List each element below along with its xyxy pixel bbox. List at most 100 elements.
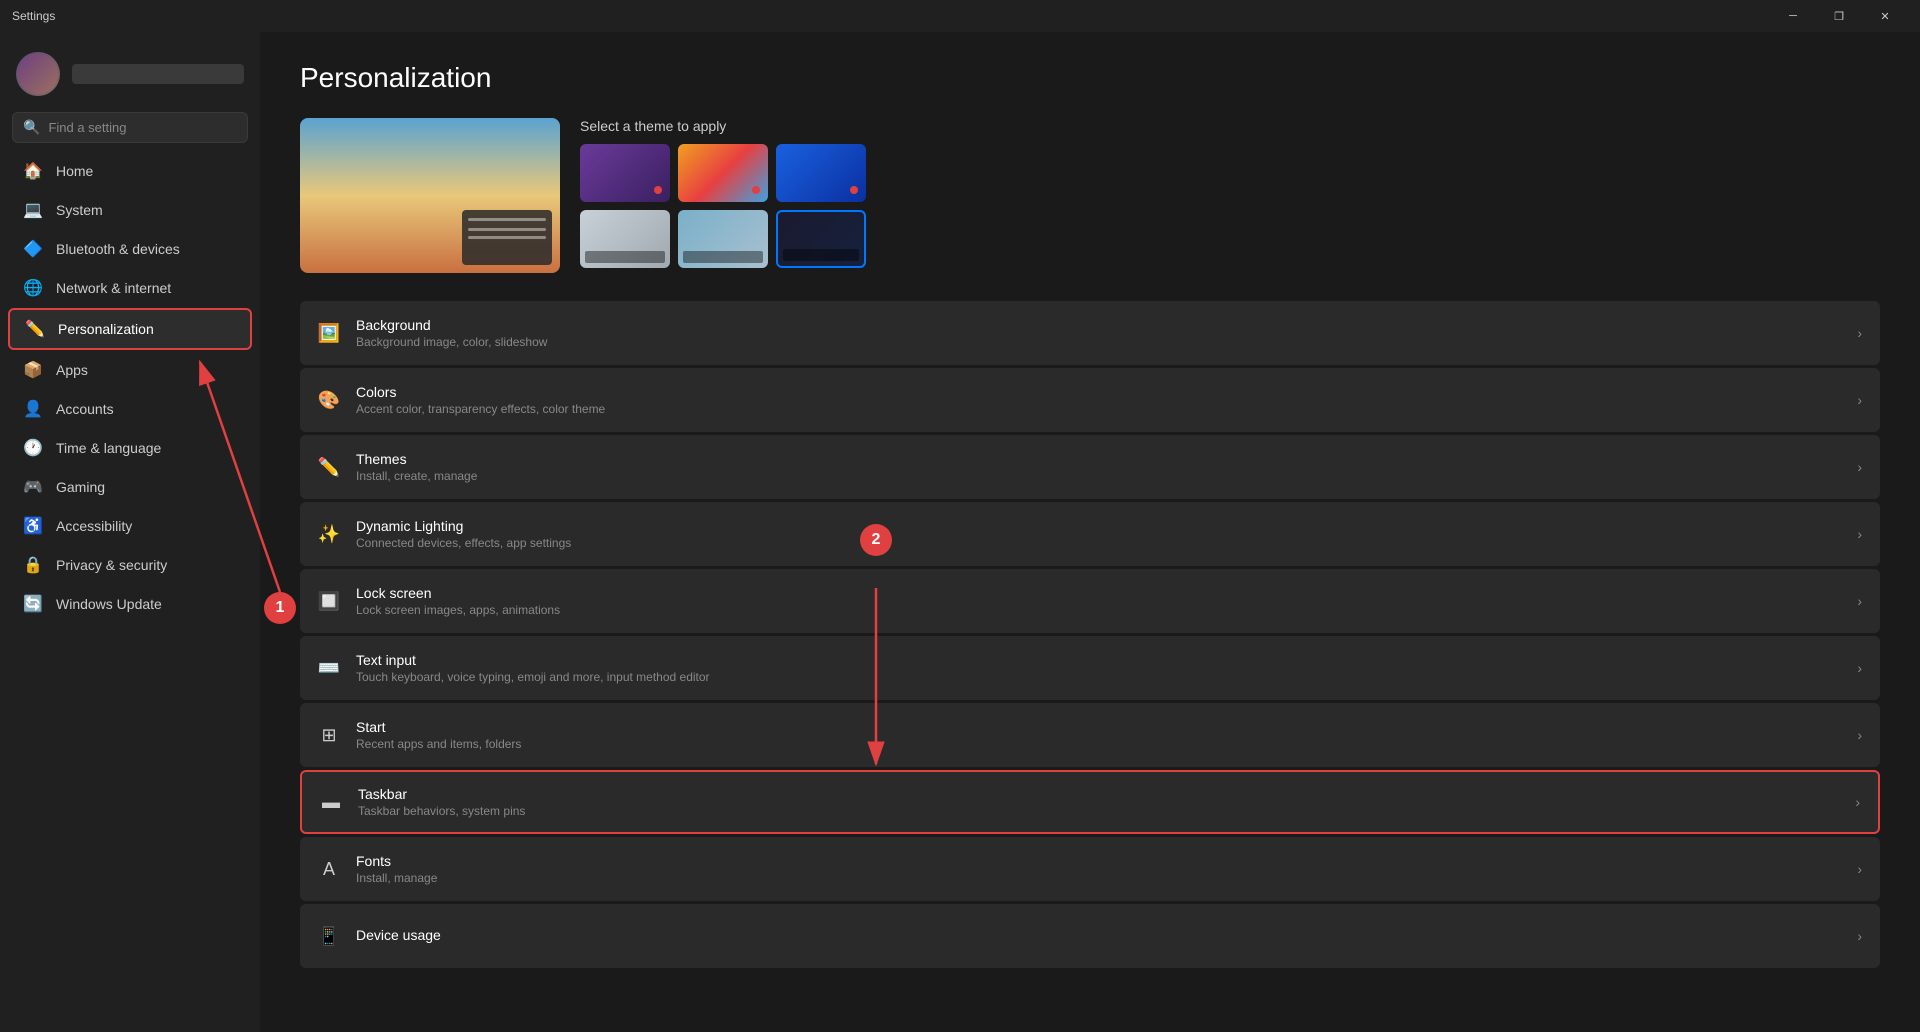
search-box[interactable]: 🔍 — [12, 112, 248, 143]
theme-thumb-1[interactable] — [580, 144, 670, 202]
nav-icon-apps: 📦 — [24, 361, 42, 379]
nav-label-apps: Apps — [56, 362, 88, 378]
nav-icon-personalization: ✏️ — [26, 320, 44, 338]
settings-arrow-background: › — [1857, 325, 1862, 341]
sidebar-item-gaming[interactable]: 🎮 Gaming — [8, 468, 252, 506]
settings-content-colors: Colors Accent color, transparency effect… — [356, 384, 1841, 416]
user-profile[interactable] — [0, 44, 260, 112]
settings-item-themes[interactable]: ✏️ Themes Install, create, manage › — [300, 435, 1880, 499]
minimize-button[interactable]: ─ — [1770, 0, 1816, 32]
settings-arrow-fonts: › — [1857, 861, 1862, 877]
settings-item-lock-screen[interactable]: 🔲 Lock screen Lock screen images, apps, … — [300, 569, 1880, 633]
settings-icon-device-usage: 📱 — [318, 925, 340, 947]
settings-icon-taskbar: ▬ — [320, 791, 342, 813]
nav-label-time: Time & language — [56, 440, 161, 456]
settings-item-background[interactable]: 🖼️ Background Background image, color, s… — [300, 301, 1880, 365]
nav-icon-accounts: 👤 — [24, 400, 42, 418]
sidebar-item-time[interactable]: 🕐 Time & language — [8, 429, 252, 467]
sidebar-item-privacy[interactable]: 🔒 Privacy & security — [8, 546, 252, 584]
nav-label-accounts: Accounts — [56, 401, 114, 417]
titlebar-title: Settings — [12, 9, 55, 23]
theme-section: Select a theme to apply — [300, 118, 1880, 273]
settings-item-text-input[interactable]: ⌨️ Text input Touch keyboard, voice typi… — [300, 636, 1880, 700]
settings-icon-fonts: A — [318, 858, 340, 880]
settings-content-text-input: Text input Touch keyboard, voice typing,… — [356, 652, 1841, 684]
settings-title-lock-screen: Lock screen — [356, 585, 1841, 601]
nav-icon-accessibility: ♿ — [24, 517, 42, 535]
sidebar-item-accounts[interactable]: 👤 Accounts — [8, 390, 252, 428]
settings-content-themes: Themes Install, create, manage — [356, 451, 1841, 483]
settings-icon-lock-screen: 🔲 — [318, 590, 340, 612]
settings-list: 🖼️ Background Background image, color, s… — [300, 301, 1880, 968]
nav-label-network: Network & internet — [56, 280, 171, 296]
theme-grid — [580, 144, 866, 268]
settings-item-taskbar[interactable]: ▬ Taskbar Taskbar behaviors, system pins… — [300, 770, 1880, 834]
settings-icon-dynamic-lighting: ✨ — [318, 523, 340, 545]
titlebar: Settings ─ ❐ ✕ — [0, 0, 1920, 32]
user-name-display — [72, 64, 244, 84]
settings-subtitle-lock-screen: Lock screen images, apps, animations — [356, 603, 1841, 617]
settings-arrow-lock-screen: › — [1857, 593, 1862, 609]
nav-label-bluetooth: Bluetooth & devices — [56, 241, 180, 257]
search-icon: 🔍 — [23, 119, 40, 136]
sidebar-item-home[interactable]: 🏠 Home — [8, 152, 252, 190]
settings-content-start: Start Recent apps and items, folders — [356, 719, 1841, 751]
settings-arrow-taskbar: › — [1855, 794, 1860, 810]
settings-icon-colors: 🎨 — [318, 389, 340, 411]
nav-icon-bluetooth: 🔷 — [24, 240, 42, 258]
settings-title-themes: Themes — [356, 451, 1841, 467]
sidebar: 🔍 🏠 Home 💻 System 🔷 Bluetooth & devices … — [0, 32, 260, 1032]
settings-title-taskbar: Taskbar — [358, 786, 1839, 802]
settings-arrow-themes: › — [1857, 459, 1862, 475]
nav-label-windowsupdate: Windows Update — [56, 596, 162, 612]
nav-label-accessibility: Accessibility — [56, 518, 132, 534]
sidebar-item-apps[interactable]: 📦 Apps — [8, 351, 252, 389]
settings-content-lock-screen: Lock screen Lock screen images, apps, an… — [356, 585, 1841, 617]
settings-subtitle-colors: Accent color, transparency effects, colo… — [356, 402, 1841, 416]
settings-title-start: Start — [356, 719, 1841, 735]
settings-item-start[interactable]: ⊞ Start Recent apps and items, folders › — [300, 703, 1880, 767]
settings-arrow-dynamic-lighting: › — [1857, 526, 1862, 542]
settings-title-fonts: Fonts — [356, 853, 1841, 869]
nav-icon-system: 💻 — [24, 201, 42, 219]
theme-preview-large[interactable] — [300, 118, 560, 273]
nav-icon-network: 🌐 — [24, 279, 42, 297]
settings-icon-start: ⊞ — [318, 724, 340, 746]
search-input[interactable] — [48, 120, 237, 135]
close-button[interactable]: ✕ — [1862, 0, 1908, 32]
settings-title-device-usage: Device usage — [356, 927, 1841, 943]
settings-subtitle-taskbar: Taskbar behaviors, system pins — [358, 804, 1839, 818]
page-title: Personalization — [300, 62, 1880, 94]
sidebar-item-windowsupdate[interactable]: 🔄 Windows Update — [8, 585, 252, 623]
settings-item-dynamic-lighting[interactable]: ✨ Dynamic Lighting Connected devices, ef… — [300, 502, 1880, 566]
annotation-marker-1: 1 — [264, 592, 296, 624]
theme-thumb-5[interactable] — [678, 210, 768, 268]
settings-icon-text-input: ⌨️ — [318, 657, 340, 679]
settings-item-device-usage[interactable]: 📱 Device usage › — [300, 904, 1880, 968]
settings-arrow-colors: › — [1857, 392, 1862, 408]
nav-icon-gaming: 🎮 — [24, 478, 42, 496]
settings-content-dynamic-lighting: Dynamic Lighting Connected devices, effe… — [356, 518, 1841, 550]
main-content: Personalization Select a theme to apply — [260, 32, 1920, 1032]
settings-title-text-input: Text input — [356, 652, 1841, 668]
nav-label-privacy: Privacy & security — [56, 557, 167, 573]
nav-icon-time: 🕐 — [24, 439, 42, 457]
settings-subtitle-background: Background image, color, slideshow — [356, 335, 1841, 349]
theme-thumb-6[interactable] — [776, 210, 866, 268]
sidebar-item-network[interactable]: 🌐 Network & internet — [8, 269, 252, 307]
settings-arrow-device-usage: › — [1857, 928, 1862, 944]
restore-button[interactable]: ❐ — [1816, 0, 1862, 32]
settings-item-fonts[interactable]: A Fonts Install, manage › — [300, 837, 1880, 901]
settings-icon-background: 🖼️ — [318, 322, 340, 344]
sidebar-item-accessibility[interactable]: ♿ Accessibility — [8, 507, 252, 545]
sidebar-item-bluetooth[interactable]: 🔷 Bluetooth & devices — [8, 230, 252, 268]
theme-thumb-2[interactable] — [678, 144, 768, 202]
avatar — [16, 52, 60, 96]
theme-thumb-4[interactable] — [580, 210, 670, 268]
settings-subtitle-start: Recent apps and items, folders — [356, 737, 1841, 751]
settings-item-colors[interactable]: 🎨 Colors Accent color, transparency effe… — [300, 368, 1880, 432]
sidebar-item-personalization[interactable]: ✏️ Personalization — [8, 308, 252, 350]
annotation-marker-2: 2 — [860, 524, 892, 556]
sidebar-item-system[interactable]: 💻 System — [8, 191, 252, 229]
theme-thumb-3[interactable] — [776, 144, 866, 202]
